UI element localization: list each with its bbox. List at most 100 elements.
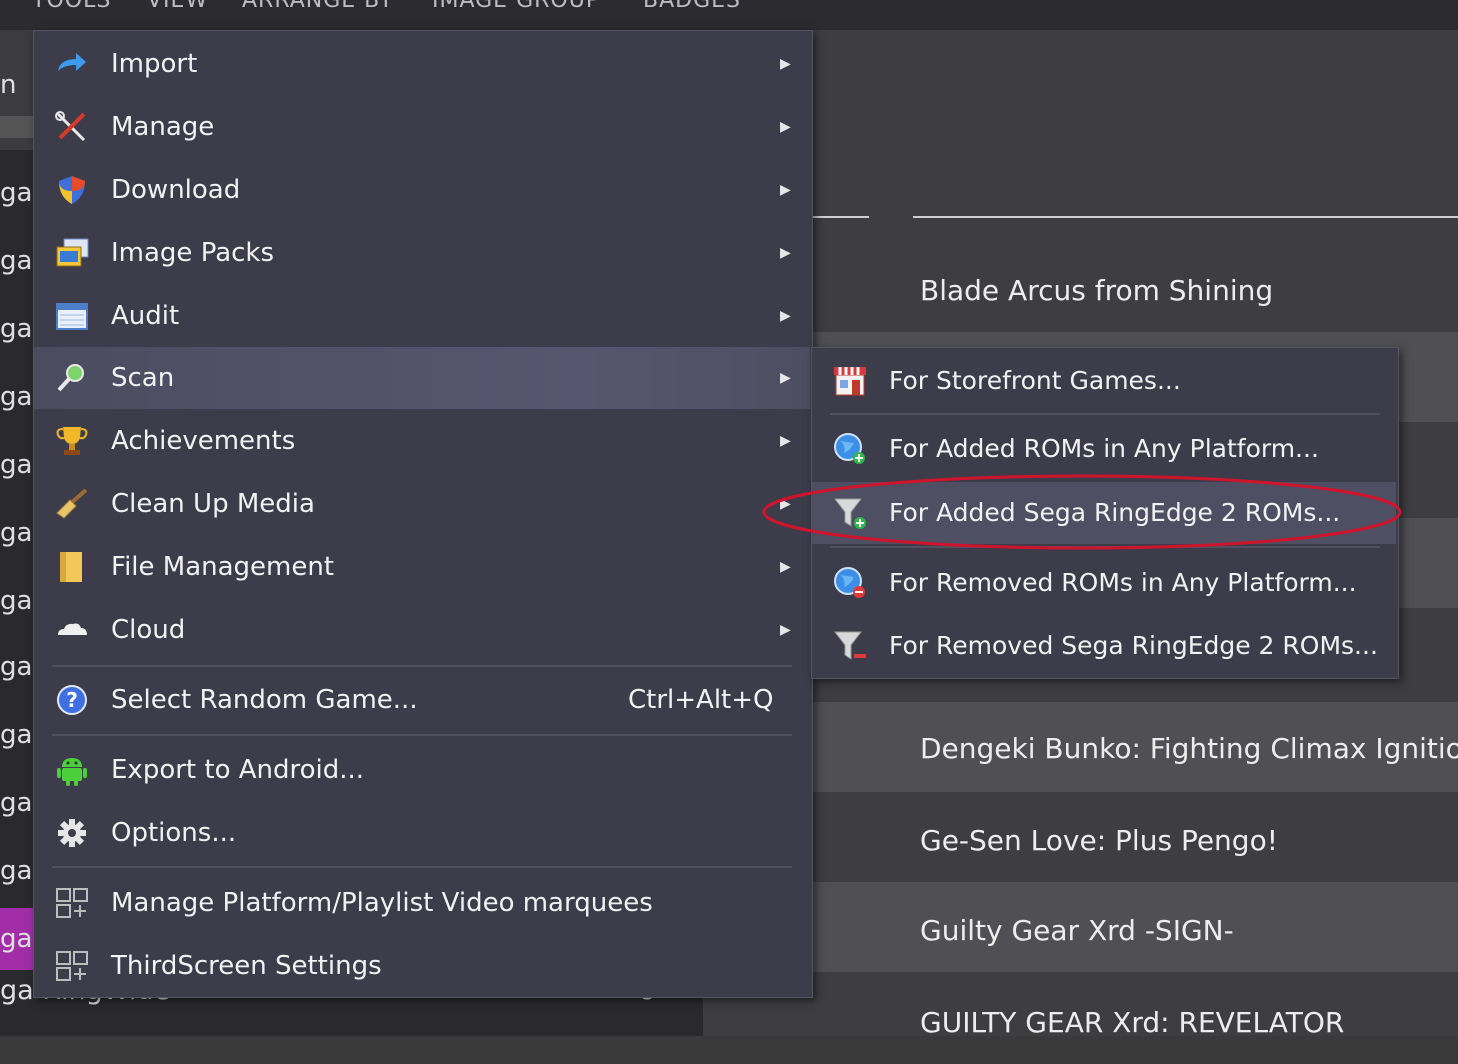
sidebar-item[interactable]: ga [0, 856, 34, 886]
menu-item-audit[interactable]: Audit ▶ [34, 285, 810, 347]
submenu-item-removed-roms-any-platform[interactable]: For Removed ROMs in Any Platform... [812, 552, 1396, 614]
sidebar-item-selected[interactable]: ga [0, 908, 34, 970]
menu-item-label: Import [111, 49, 198, 79]
submenu-arrow-icon: ▶ [780, 433, 791, 449]
menubar-arrange-by[interactable]: ARRANGE BY [242, 0, 394, 13]
game-row[interactable]: Dengeki Bunko: Fighting Climax Ignition [703, 702, 1458, 792]
sidebar-item[interactable]: ga [0, 652, 34, 682]
menu-separator [52, 734, 792, 736]
sidebar-item[interactable]: ga [0, 586, 34, 616]
sidebar-item[interactable]: ga [0, 382, 34, 412]
scan-submenu: For Storefront Games... For Added ROMs i… [811, 347, 1399, 679]
submenu-arrow-icon: ▶ [780, 370, 791, 386]
submenu-arrow-icon: ▶ [780, 56, 791, 72]
menu-item-options[interactable]: Options... [34, 802, 810, 864]
download-shield-icon [59, 176, 85, 204]
submenu-arrow-icon: ▶ [780, 622, 791, 638]
menubar-image-group[interactable]: IMAGE GROUP [432, 0, 600, 13]
menu-item-label: Manage Platform/Playlist Video marquees [111, 888, 653, 918]
globe-add-icon [834, 433, 865, 464]
submenu-item-storefront-games[interactable]: For Storefront Games... [812, 350, 1396, 412]
image-packs-icon [56, 238, 89, 267]
sidebar-item[interactable]: ga [0, 246, 34, 276]
tools-menu: Import ▶ Manage ▶ Download ▶ Image Packs… [33, 30, 813, 998]
submenu-item-added-roms-any-platform[interactable]: For Added ROMs in Any Platform... [812, 418, 1396, 480]
menu-item-file-management[interactable]: File Management ▶ [34, 536, 810, 598]
menu-item-manage[interactable]: Manage ▶ [34, 96, 810, 158]
menu-item-label: Options... [111, 818, 237, 848]
menu-separator [52, 665, 792, 667]
submenu-arrow-icon: ▶ [780, 245, 791, 261]
sidebar-divider [0, 116, 34, 138]
game-title: Blade Arcus from Shining [920, 274, 1274, 307]
menu-item-label: Manage [111, 112, 215, 142]
game-row[interactable]: Blade Arcus from Shining [703, 244, 1458, 334]
game-title: Dengeki Bunko: Fighting Climax Ignition [920, 732, 1458, 765]
menu-item-image-packs[interactable]: Image Packs ▶ [34, 222, 810, 284]
menu-item-import[interactable]: Import ▶ [34, 33, 810, 95]
plugin-grid-icon [56, 888, 88, 918]
menu-item-manage-video-marquees[interactable]: Manage Platform/Playlist Video marquees [34, 872, 810, 934]
trophy-icon [56, 427, 88, 455]
sidebar-item[interactable]: ga [0, 518, 34, 548]
sidebar-item[interactable]: ga [0, 788, 34, 818]
game-title: Ge-Sen Love: Plus Pengo! [920, 824, 1278, 857]
menu-item-label: Audit [111, 301, 180, 331]
sidebar-item[interactable]: ga [0, 314, 34, 344]
folder-icon [60, 552, 82, 582]
filter-add-icon [833, 498, 866, 529]
filter-remove-icon [833, 631, 866, 660]
submenu-item-label: For Removed Sega RingEdge 2 ROMs... [889, 631, 1378, 660]
menu-item-export-to-android[interactable]: Export to Android... [34, 739, 810, 801]
menu-separator [830, 413, 1380, 415]
menubar-badges[interactable]: BADGES [643, 0, 741, 13]
menubar-tools[interactable]: TOOLS [32, 0, 111, 13]
globe-remove-icon [834, 567, 865, 598]
menu-item-select-random-game[interactable]: ? Select Random Game... Ctrl+Alt+Q [34, 669, 810, 731]
menu-item-label: Download [111, 175, 241, 205]
menu-separator [52, 866, 792, 868]
menu-item-label: Select Random Game... [111, 685, 418, 715]
menu-item-achievements[interactable]: Achievements ▶ [34, 410, 810, 472]
submenu-item-label: For Added ROMs in Any Platform... [889, 434, 1319, 463]
submenu-item-label: For Storefront Games... [889, 366, 1181, 395]
menu-item-clean-up-media[interactable]: Clean Up Media ▶ [34, 473, 810, 535]
submenu-arrow-icon: ▶ [780, 182, 791, 198]
menu-item-thirdscreen-settings[interactable]: ThirdScreen Settings [34, 935, 810, 997]
submenu-item-removed-sega-ringedge-roms[interactable]: For Removed Sega RingEdge 2 ROMs... [812, 615, 1396, 677]
top-menubar: TOOLS VIEW ARRANGE BY IMAGE GROUP BADGES [0, 0, 1458, 30]
game-row[interactable]: Guilty Gear Xrd -SIGN- [703, 882, 1458, 972]
gear-icon [58, 819, 86, 847]
submenu-arrow-icon: ▶ [780, 496, 791, 512]
storefront-icon [834, 367, 866, 396]
sidebar-item[interactable]: ga [0, 450, 34, 480]
audit-calendar-icon [56, 303, 88, 330]
shortcut-label: Ctrl+Alt+Q [628, 685, 774, 715]
menu-item-label: Clean Up Media [111, 489, 315, 519]
cloud-icon [58, 623, 87, 635]
sidebar-item[interactable]: ga [0, 178, 34, 208]
column-header-underline [813, 216, 869, 218]
submenu-item-added-sega-ringedge-roms[interactable]: For Added Sega RingEdge 2 ROMs... [812, 482, 1396, 544]
menubar-view[interactable]: VIEW [147, 0, 208, 13]
menu-separator [830, 546, 1380, 548]
menu-item-label: Image Packs [111, 238, 275, 268]
game-row[interactable]: GUILTY GEAR Xrd: REVELATOR [703, 974, 1458, 1064]
help-question-icon: ? [57, 685, 87, 715]
menu-item-label: Achievements [111, 426, 296, 456]
sidebar-item-fragment[interactable]: n [0, 70, 34, 100]
broom-icon [56, 488, 88, 519]
android-icon [57, 758, 87, 786]
submenu-item-label: For Removed ROMs in Any Platform... [889, 568, 1357, 597]
game-row[interactable]: Ge-Sen Love: Plus Pengo! [703, 794, 1458, 884]
sidebar-item[interactable]: ga [0, 720, 34, 750]
game-title: GUILTY GEAR Xrd: REVELATOR [920, 1006, 1345, 1039]
menu-item-download[interactable]: Download ▶ [34, 159, 810, 221]
submenu-arrow-icon: ▶ [780, 119, 791, 135]
menu-item-label: ThirdScreen Settings [111, 951, 382, 981]
game-title: Guilty Gear Xrd -SIGN- [920, 914, 1234, 947]
scan-magnifier-icon [57, 364, 84, 392]
menu-item-scan[interactable]: Scan ▶ [34, 347, 810, 409]
menu-item-label: Cloud [111, 615, 186, 645]
menu-item-cloud[interactable]: Cloud ▶ [34, 599, 810, 661]
